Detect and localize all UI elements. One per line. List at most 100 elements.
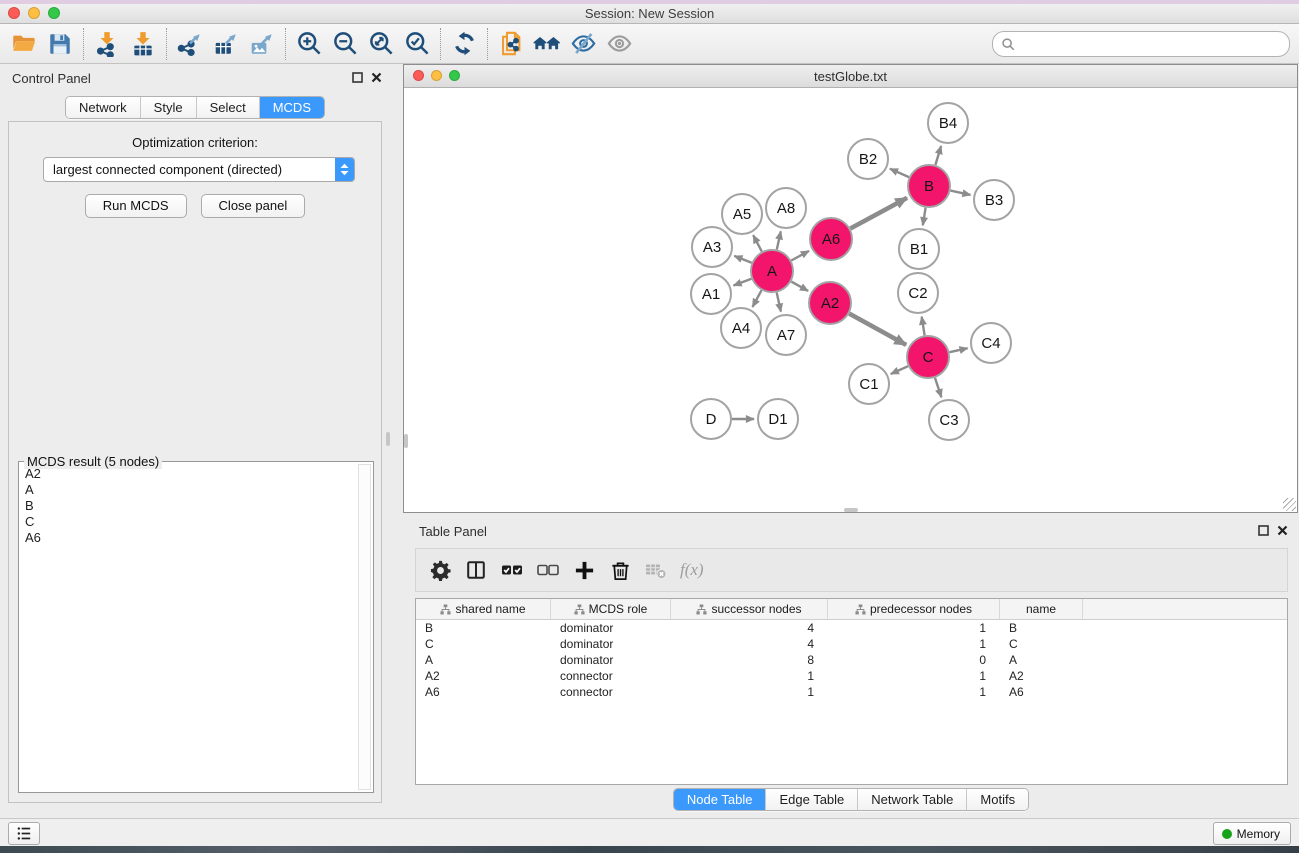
- open-session-button[interactable]: [6, 27, 42, 61]
- graph-edge-A6-B[interactable]: [850, 198, 907, 229]
- refresh-button[interactable]: [446, 27, 482, 61]
- graph-node-A4[interactable]: A4: [721, 308, 761, 348]
- table-row[interactable]: A6connector11A6: [416, 684, 1287, 700]
- graph-node-C1[interactable]: C1: [849, 364, 889, 404]
- graph-node-D[interactable]: D: [691, 399, 731, 439]
- column-header-shared-name[interactable]: shared name: [416, 599, 551, 619]
- export-network-button[interactable]: [172, 27, 208, 61]
- import-table-button[interactable]: [125, 27, 161, 61]
- table-row[interactable]: Adominator80A: [416, 652, 1287, 668]
- graph-node-A3[interactable]: A3: [692, 227, 732, 267]
- settings-gear-button[interactable]: [424, 554, 456, 586]
- tab-mcds[interactable]: MCDS: [259, 97, 324, 118]
- graph-node-C[interactable]: C: [907, 336, 949, 378]
- show-column-button[interactable]: [460, 554, 492, 586]
- graph-edge-B-B2[interactable]: [890, 169, 909, 177]
- hide-graphics-details-button[interactable]: [565, 27, 601, 61]
- table-row[interactable]: A2connector11A2: [416, 668, 1287, 684]
- zoom-out-button[interactable]: [327, 27, 363, 61]
- save-session-button[interactable]: [42, 27, 78, 61]
- column-header-predecessor-nodes[interactable]: predecessor nodes: [828, 599, 1000, 619]
- add-column-button[interactable]: [568, 554, 600, 586]
- graph-edge-A-A4[interactable]: [753, 290, 762, 307]
- graph-node-B2[interactable]: B2: [848, 139, 888, 179]
- graph-edge-A-A7[interactable]: [777, 293, 781, 312]
- tab-node-table[interactable]: Node Table: [674, 789, 766, 810]
- table-row[interactable]: Bdominator41B: [416, 620, 1287, 636]
- graph-node-A1[interactable]: A1: [691, 274, 731, 314]
- mcds-list-scrollbar[interactable]: [358, 464, 371, 790]
- graph-edge-B-B1[interactable]: [923, 208, 926, 226]
- graph-edge-C-C3[interactable]: [935, 378, 941, 397]
- tab-network-table[interactable]: Network Table: [857, 789, 966, 810]
- graph-node-A6[interactable]: A6: [810, 218, 852, 260]
- mcds-result-item[interactable]: C: [21, 514, 355, 530]
- resize-grip[interactable]: [1283, 498, 1296, 511]
- graph-edge-C-C4[interactable]: [950, 348, 968, 352]
- home-button[interactable]: [529, 27, 565, 61]
- float-panel-icon[interactable]: [352, 72, 363, 83]
- select-all-button[interactable]: [496, 554, 528, 586]
- graph-edge-A-A8[interactable]: [777, 231, 781, 249]
- graph-node-B1[interactable]: B1: [899, 229, 939, 269]
- graph-node-C2[interactable]: C2: [898, 273, 938, 313]
- tab-select[interactable]: Select: [196, 97, 259, 118]
- graph-edge-A2-C[interactable]: [849, 314, 906, 345]
- float-panel-icon[interactable]: [1258, 525, 1269, 536]
- network-canvas[interactable]: B4 B2 B B3 A8A5 A6 A3 B1 A C2 A1 A2 A4A7 C4 C C1 D D1 C3: [404, 88, 1297, 512]
- mcds-result-item[interactable]: B: [21, 498, 355, 514]
- mcds-result-item[interactable]: A: [21, 482, 355, 498]
- graph-edge-C-C1[interactable]: [891, 366, 908, 374]
- tab-network[interactable]: Network: [66, 97, 140, 118]
- network-window-titlebar[interactable]: testGlobe.txt: [404, 65, 1297, 88]
- deselect-all-button[interactable]: [532, 554, 564, 586]
- delete-column-button[interactable]: [604, 554, 636, 586]
- graph-node-A[interactable]: A: [751, 250, 793, 292]
- mcds-result-item[interactable]: A2: [21, 466, 355, 482]
- criterion-select[interactable]: largest connected component (directed): [43, 157, 355, 182]
- graph-node-D1[interactable]: D1: [758, 399, 798, 439]
- graph-node-A8[interactable]: A8: [766, 188, 806, 228]
- graph-edge-A-A3[interactable]: [734, 256, 751, 263]
- memory-button[interactable]: Memory: [1213, 822, 1291, 845]
- graph-node-B3[interactable]: B3: [974, 180, 1014, 220]
- export-table-button[interactable]: [208, 27, 244, 61]
- mcds-result-item[interactable]: A6: [21, 530, 355, 546]
- run-mcds-button[interactable]: Run MCDS: [85, 194, 187, 218]
- tab-style[interactable]: Style: [140, 97, 196, 118]
- graph-edge-A-A5[interactable]: [753, 235, 762, 251]
- graph-node-A2[interactable]: A2: [809, 282, 851, 324]
- graph-edge-A-A6[interactable]: [791, 251, 809, 261]
- search-input[interactable]: [1016, 34, 1289, 54]
- graph-edge-C-C2[interactable]: [922, 317, 925, 336]
- control-panel-scroll-thumb[interactable]: [386, 432, 390, 446]
- graph-node-B4[interactable]: B4: [928, 103, 968, 143]
- graph-node-A5[interactable]: A5: [722, 194, 762, 234]
- show-graphics-details-button[interactable]: [601, 27, 637, 61]
- close-panel-icon[interactable]: [371, 72, 382, 83]
- tab-motifs[interactable]: Motifs: [966, 789, 1028, 810]
- close-panel-button[interactable]: Close panel: [201, 194, 306, 218]
- graph-node-C4[interactable]: C4: [971, 323, 1011, 363]
- graph-node-C3[interactable]: C3: [929, 400, 969, 440]
- tab-edge-table[interactable]: Edge Table: [765, 789, 857, 810]
- table-row[interactable]: Cdominator41C: [416, 636, 1287, 652]
- zoom-in-button[interactable]: [291, 27, 327, 61]
- graph-edge-A-A1[interactable]: [734, 279, 752, 286]
- search-field[interactable]: [992, 31, 1290, 57]
- graph-edge-B-B4[interactable]: [935, 146, 941, 165]
- canvas-vscroll-thumb[interactable]: [404, 434, 408, 448]
- canvas-hscroll-thumb[interactable]: [844, 508, 858, 512]
- graph-edge-A-A2[interactable]: [791, 282, 808, 291]
- graph-node-B[interactable]: B: [908, 165, 950, 207]
- close-panel-icon[interactable]: [1277, 525, 1288, 536]
- column-header-MCDS-role[interactable]: MCDS role: [551, 599, 671, 619]
- zoom-selected-button[interactable]: [399, 27, 435, 61]
- clone-network-button[interactable]: [493, 27, 529, 61]
- export-image-button[interactable]: [244, 27, 280, 61]
- zoom-fit-button[interactable]: [363, 27, 399, 61]
- graph-edge-B-B3[interactable]: [951, 191, 971, 195]
- show-panels-list-button[interactable]: [8, 822, 40, 845]
- import-network-button[interactable]: [89, 27, 125, 61]
- graph-node-A7[interactable]: A7: [766, 315, 806, 355]
